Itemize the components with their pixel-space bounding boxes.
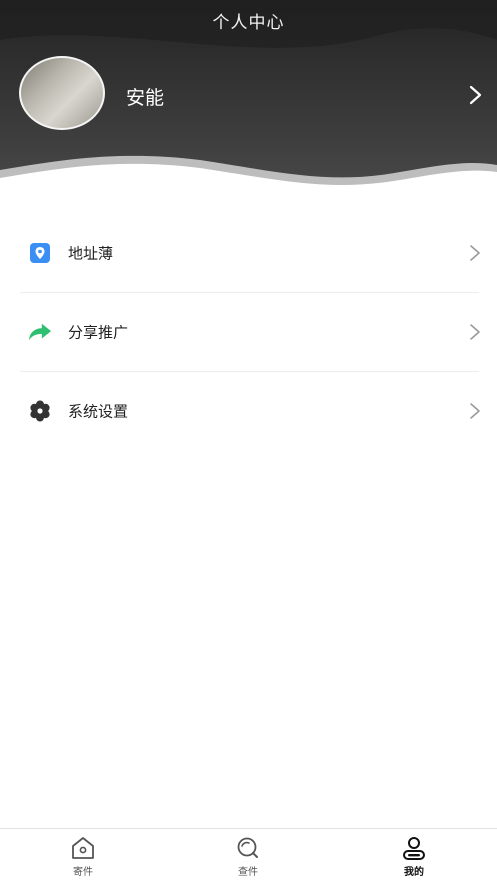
page-title: 个人中心 (212, 13, 285, 33)
chevron-right-icon (470, 403, 480, 419)
user-icon (401, 835, 427, 861)
menu-item-label: 系统设置 (68, 402, 129, 421)
menu-item-address-book[interactable]: 地址薄 (0, 214, 497, 292)
menu-item-system-settings[interactable]: 系统设置 (0, 372, 497, 450)
tab-label: 我的 (404, 867, 424, 878)
chevron-right-icon (470, 245, 480, 261)
tab-label: 寄件 (73, 867, 93, 878)
share-arrow-icon (28, 320, 52, 344)
chevron-right-icon[interactable] (468, 84, 484, 106)
search-icon (235, 835, 261, 861)
tab-send[interactable]: 寄件 (53, 835, 113, 881)
avatar[interactable] (19, 56, 105, 130)
profile-header: 个人中心 安能 (0, 0, 497, 200)
menu-item-share-promotion[interactable]: 分享推广 (0, 293, 497, 371)
menu-item-label: 地址薄 (68, 244, 114, 263)
location-book-icon (28, 241, 52, 265)
username[interactable]: 安能 (126, 83, 164, 110)
gear-icon (28, 399, 52, 423)
settings-menu: 地址薄 分享推广 系统设置 (0, 214, 497, 450)
tab-label: 查件 (238, 867, 258, 878)
menu-item-label: 分享推广 (68, 323, 129, 342)
tab-track[interactable]: 查件 (218, 835, 278, 881)
tab-mine[interactable]: 我的 (384, 835, 444, 881)
bottom-tab-bar: 寄件 查件 我的 (0, 828, 497, 883)
home-icon (70, 835, 96, 861)
chevron-right-icon (470, 324, 480, 340)
